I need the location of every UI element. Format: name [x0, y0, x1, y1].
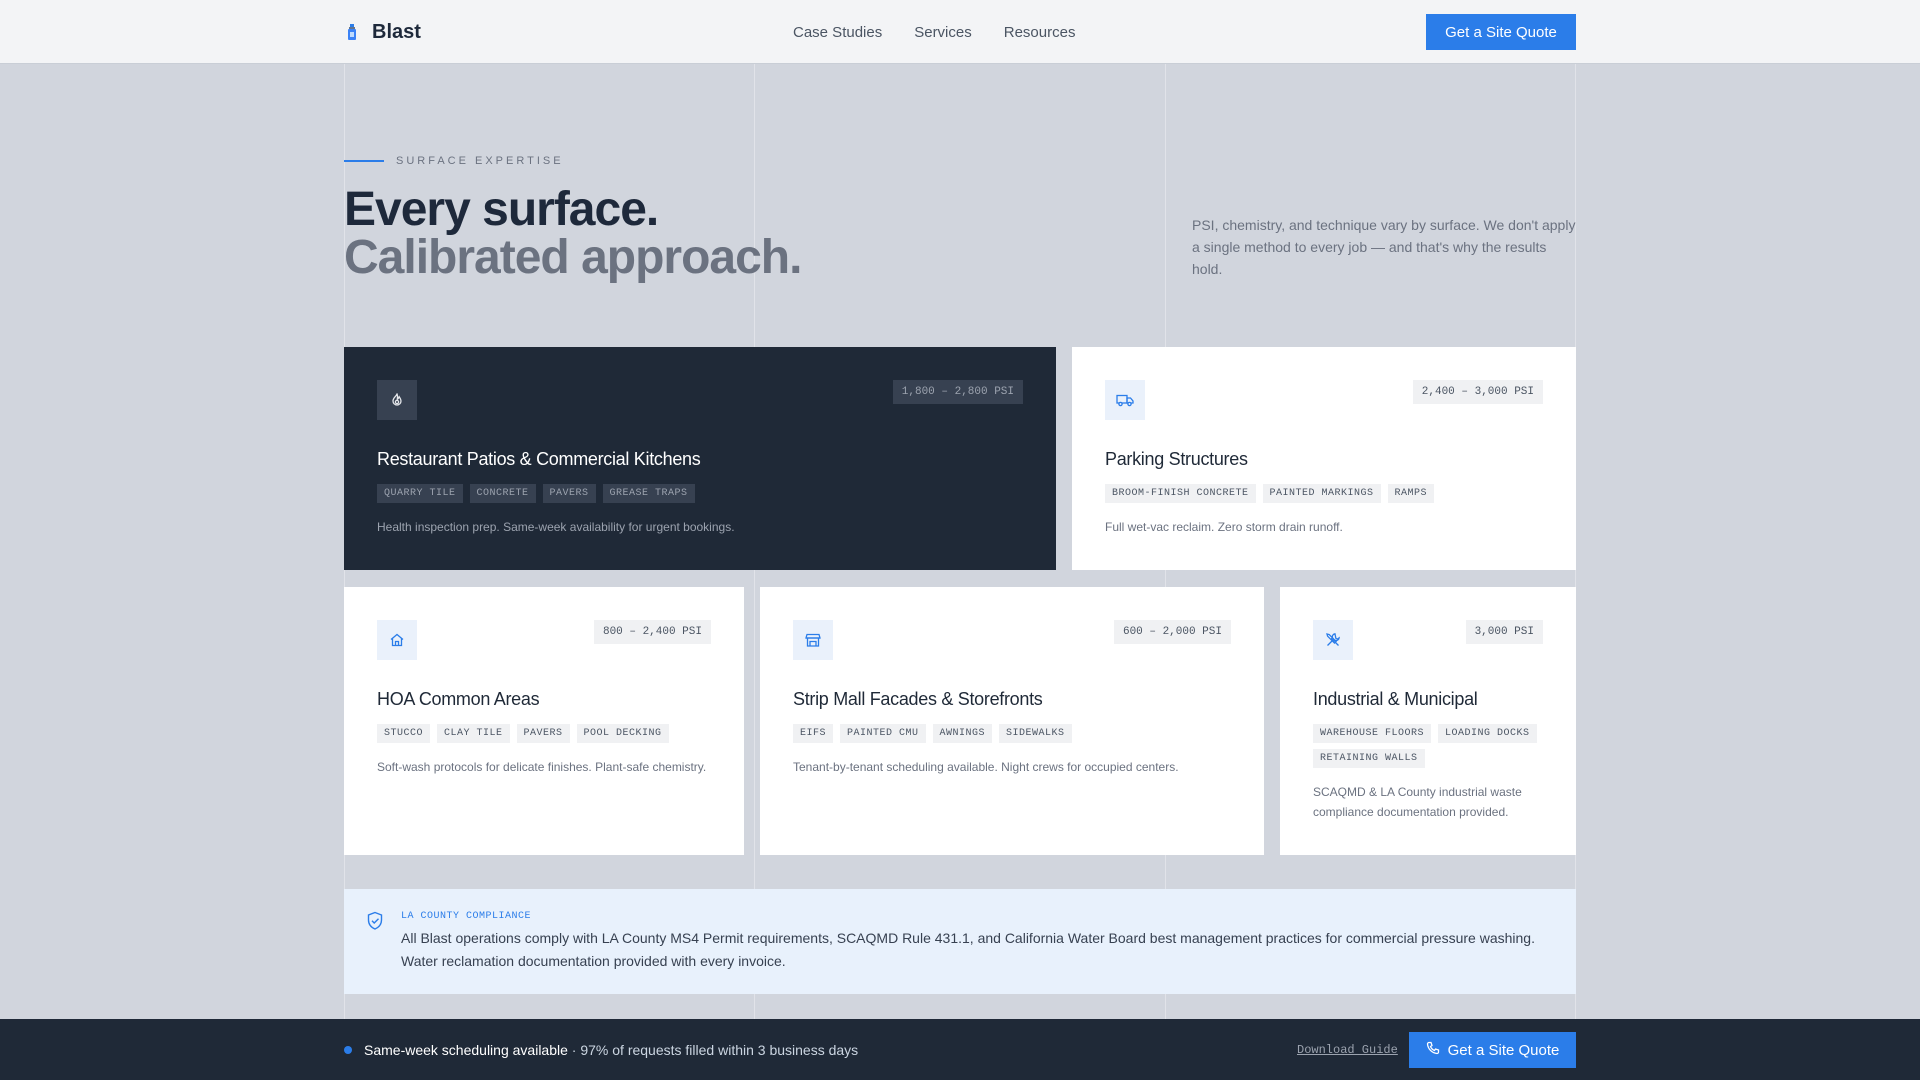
hero-description: PSI, chemistry, and technique vary by su… [1192, 217, 1576, 277]
surface-tag: PAINTED CMU [840, 724, 926, 743]
storefront-icon [793, 620, 833, 660]
card-description: SCAQMD & LA County industrial waste comp… [1313, 785, 1522, 819]
surface-tag: AWNINGS [932, 724, 993, 743]
surface-tag: STUCCO [377, 724, 431, 743]
tag-list: EIFS PAINTED CMU AWNINGS SIDEWALKS [793, 724, 1236, 743]
tag-list: QUARRY TILE CONCRETE PAVERS GREASE TRAPS [377, 484, 1028, 503]
flame-icon [377, 380, 417, 420]
truck-icon [1105, 380, 1145, 420]
surface-card-restaurant[interactable]: 1,800 – 2,800 PSI Restaurant Patios & Co… [344, 347, 1056, 570]
brand-logo[interactable]: Blast [344, 0, 421, 64]
nav-resources[interactable]: Resources [1004, 24, 1076, 41]
surface-tag: LOADING DOCKS [1438, 724, 1537, 743]
bottom-quote-label: Get a Site Quote [1447, 1041, 1560, 1059]
section-eyebrow: SURFACE EXPERTISE [344, 155, 564, 167]
surface-tag: CONCRETE [469, 484, 536, 503]
hero-title: Every surface. Calibrated approach. [344, 183, 802, 284]
tools-icon [1313, 620, 1353, 660]
compliance-notice: LA COUNTY COMPLIANCE All Blast operation… [344, 889, 1576, 994]
spray-bottle-icon [344, 23, 360, 41]
surface-tag: PAINTED MARKINGS [1262, 484, 1381, 503]
download-guide-link[interactable]: Download Guide [1297, 1019, 1398, 1080]
card-title: Industrial & Municipal [1313, 689, 1478, 709]
psi-badge: 1,800 – 2,800 PSI [892, 380, 1023, 404]
surface-tag: EIFS [793, 724, 834, 743]
surface-tag: GREASE TRAPS [602, 484, 695, 503]
hero-title-line1: Every surface. [344, 183, 659, 236]
home-icon [377, 620, 417, 660]
psi-badge: 800 – 2,400 PSI [593, 620, 711, 644]
tag-list: BROOM-FINISH CONCRETE PAINTED MARKINGS R… [1105, 484, 1548, 503]
surface-tag: PAVERS [542, 484, 596, 503]
tag-list: STUCCO CLAY TILE PAVERS POOL DECKING [377, 724, 716, 743]
surface-tag: PAVERS [516, 724, 570, 743]
card-title: Restaurant Patios & Commercial Kitchens [377, 449, 701, 469]
eyebrow-text: SURFACE EXPERTISE [396, 155, 564, 167]
brand-name: Blast [372, 20, 421, 43]
surface-tag: SIDEWALKS [999, 724, 1072, 743]
main-nav: Case Studies Services Resources [793, 0, 1075, 64]
surface-card-strip-mall[interactable]: 600 – 2,000 PSI Strip Mall Facades & Sto… [760, 587, 1264, 855]
hero-title-line2: Calibrated approach. [344, 231, 802, 284]
card-description: Soft-wash protocols for delicate finishe… [377, 760, 707, 774]
phone-icon [1426, 1041, 1440, 1059]
card-description: Tenant-by-tenant scheduling available. N… [793, 760, 1179, 774]
surface-card-industrial[interactable]: 3,000 PSI Industrial & Municipal WAREHOU… [1280, 587, 1576, 855]
eyebrow-rule [344, 160, 384, 162]
surface-tag: POOL DECKING [576, 724, 669, 743]
tag-list: WAREHOUSE FLOORS LOADING DOCKS RETAINING… [1313, 724, 1548, 768]
surface-tag: QUARRY TILE [377, 484, 463, 503]
compliance-label: LA COUNTY COMPLIANCE [401, 911, 532, 922]
bottom-quote-button[interactable]: Get a Site Quote [1409, 1032, 1576, 1068]
card-title: HOA Common Areas [377, 689, 540, 709]
nav-services[interactable]: Services [914, 24, 972, 41]
status-detail: · 97% of requests filled within 3 busine… [567, 1041, 859, 1058]
sticky-cta-bar: Same-week scheduling available · 97% of … [0, 1019, 1920, 1080]
status-dot [344, 1046, 352, 1054]
scheduling-status: Same-week scheduling available · 97% of … [364, 1019, 858, 1080]
shield-check-icon [366, 911, 384, 936]
psi-badge: 600 – 2,000 PSI [1113, 620, 1231, 644]
card-description: Health inspection prep. Same-week availa… [377, 520, 735, 534]
card-description: Full wet-vac reclaim. Zero storm drain r… [1105, 520, 1343, 534]
surface-tag: CLAY TILE [437, 724, 510, 743]
card-title: Strip Mall Facades & Storefronts [793, 689, 1043, 709]
site-header: Blast Case Studies Services Resources Ge… [0, 0, 1920, 64]
header-quote-button[interactable]: Get a Site Quote [1426, 14, 1576, 50]
psi-badge: 2,400 – 3,000 PSI [1412, 380, 1543, 404]
card-title: Parking Structures [1105, 449, 1248, 469]
surface-card-parking[interactable]: 2,400 – 3,000 PSI Parking Structures BRO… [1072, 347, 1576, 570]
surface-tag: BROOM-FINISH CONCRETE [1105, 484, 1256, 503]
psi-badge: 3,000 PSI [1465, 620, 1543, 644]
surface-card-hoa[interactable]: 800 – 2,400 PSI HOA Common Areas STUCCO … [344, 587, 744, 855]
compliance-body: All Blast operations comply with LA Coun… [401, 930, 1535, 969]
nav-case-studies[interactable]: Case Studies [793, 24, 882, 41]
surface-tag: RETAINING WALLS [1313, 749, 1425, 768]
surface-tag: RAMPS [1387, 484, 1435, 503]
surface-tag: WAREHOUSE FLOORS [1313, 724, 1432, 743]
status-highlight: Same-week scheduling available [364, 1041, 568, 1058]
